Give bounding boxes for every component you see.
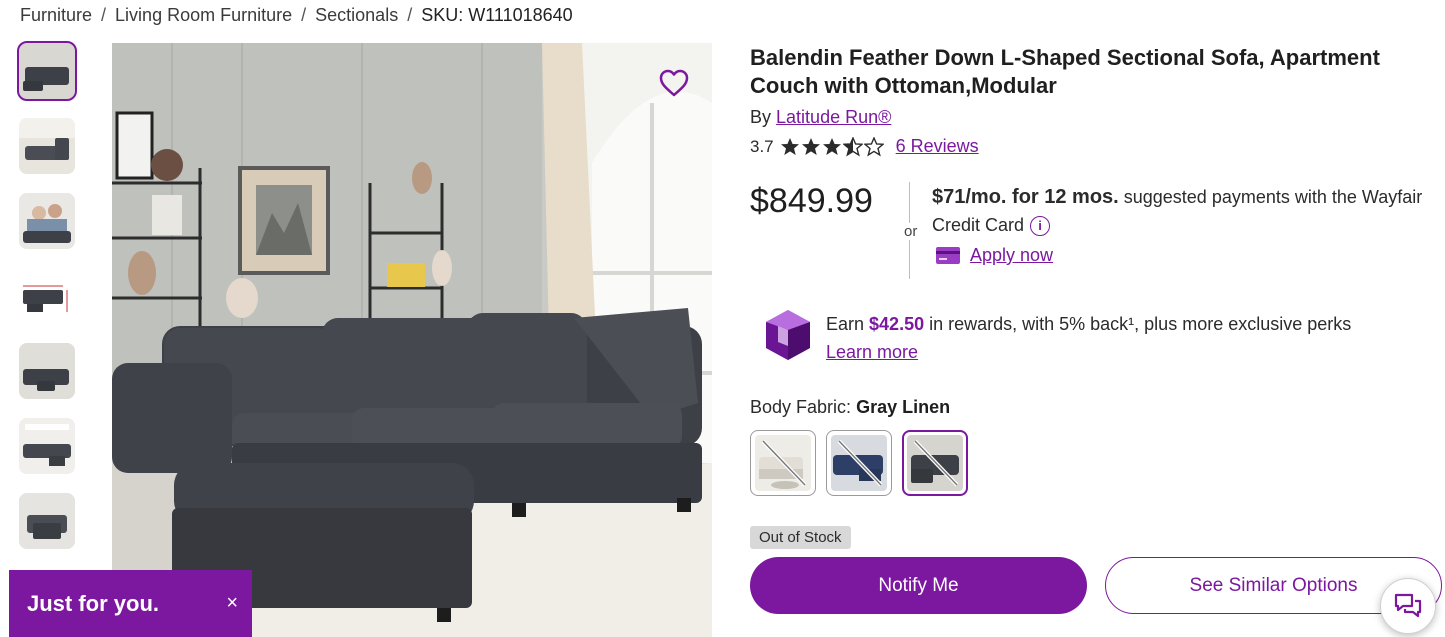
or-label: or — [902, 223, 920, 240]
product-title: Balendin Feather Down L-Shaped Sectional… — [750, 45, 1380, 98]
rewards-prefix: Earn — [826, 314, 870, 334]
star-full-icon — [780, 137, 799, 155]
unavailable-slash-icon — [837, 439, 883, 487]
brand-link[interactable]: Latitude Run® — [776, 107, 891, 127]
thumbnail-2[interactable] — [19, 118, 75, 174]
brand-line: By Latitude Run® — [750, 107, 1430, 128]
fabric-swatches — [750, 430, 968, 496]
chat-button[interactable] — [1380, 578, 1436, 634]
thumbnail-4[interactable] — [19, 268, 75, 324]
breadcrumb-living-room[interactable]: Living Room Furniture — [115, 5, 292, 26]
star-full-icon — [801, 137, 820, 155]
fabric-label-prefix: Body Fabric: — [750, 397, 852, 417]
star-empty-icon — [863, 136, 884, 157]
unavailable-slash-icon — [913, 439, 959, 487]
credit-card-icon — [936, 247, 960, 264]
financing-text: $71/mo. for 12 mos. suggested payments w… — [932, 183, 1427, 239]
notify-me-button[interactable]: Notify Me — [750, 557, 1087, 614]
breadcrumb-separator: / — [101, 5, 107, 25]
star-full-icon — [822, 137, 841, 155]
chat-icon — [1394, 593, 1422, 618]
breadcrumb-separator: / — [407, 5, 413, 25]
breadcrumb: Furniture / Living Room Furniture / Sect… — [20, 5, 573, 26]
rewards-gem-icon — [766, 310, 810, 360]
heart-icon — [659, 69, 689, 97]
swatch-option-2[interactable] — [826, 430, 892, 496]
breadcrumb-sectionals[interactable]: Sectionals — [315, 5, 398, 26]
info-icon[interactable]: i — [1030, 216, 1051, 237]
apply-now-link[interactable]: Apply now — [970, 245, 1053, 266]
rewards-banner: Earn $42.50 in rewards, with 5% back¹, p… — [764, 308, 1351, 366]
breadcrumb-separator: / — [301, 5, 307, 25]
price: $849.99 — [750, 182, 873, 220]
rewards-suffix: in rewards, with 5% back¹, plus more exc… — [924, 314, 1352, 334]
rewards-text: Earn $42.50 in rewards, with 5% back¹, p… — [826, 308, 1351, 366]
stock-status-badge: Out of Stock — [750, 526, 851, 549]
star-rating — [780, 136, 884, 157]
apply-now-row: Apply now — [936, 245, 1053, 266]
swatch-option-3-selected[interactable] — [902, 430, 968, 496]
breadcrumb-furniture[interactable]: Furniture — [20, 5, 92, 26]
price-row: $849.99 or $71/mo. for 12 mos. suggested… — [750, 179, 1430, 284]
unavailable-slash-icon — [761, 439, 807, 487]
reviews-link[interactable]: 6 Reviews — [896, 136, 979, 157]
thumbnail-6[interactable] — [19, 418, 75, 474]
fabric-option-label: Body Fabric: Gray Linen — [750, 397, 950, 418]
star-half-icon — [842, 136, 863, 157]
rewards-amount: $42.50 — [869, 314, 925, 334]
thumbnail-5[interactable] — [19, 343, 75, 399]
thumbnail-7[interactable] — [19, 493, 75, 549]
product-info: Balendin Feather Down L-Shaped Sectional… — [750, 44, 1442, 614]
brand-prefix: By — [750, 107, 772, 127]
thumbnail-list — [17, 41, 77, 568]
main-product-image[interactable] — [112, 43, 712, 637]
favorite-button[interactable] — [654, 63, 694, 103]
close-icon[interactable]: × — [226, 592, 238, 615]
thumbnail-1[interactable] — [17, 41, 77, 101]
rating-value: 3.7 — [750, 136, 774, 156]
promo-text: Just for you. — [27, 590, 160, 616]
monthly-payment: $71/mo. for 12 mos. — [932, 186, 1119, 208]
fabric-selected-value: Gray Linen — [856, 397, 951, 417]
swatch-option-1[interactable] — [750, 430, 816, 496]
just-for-you-promo[interactable]: Just for you. × — [9, 570, 252, 637]
learn-more-link[interactable]: Learn more — [826, 342, 918, 362]
sku-label: SKU: W111018640 — [421, 5, 573, 25]
thumbnail-3[interactable] — [19, 193, 75, 249]
rating-row: 3.7 6 Reviews — [750, 136, 1430, 157]
